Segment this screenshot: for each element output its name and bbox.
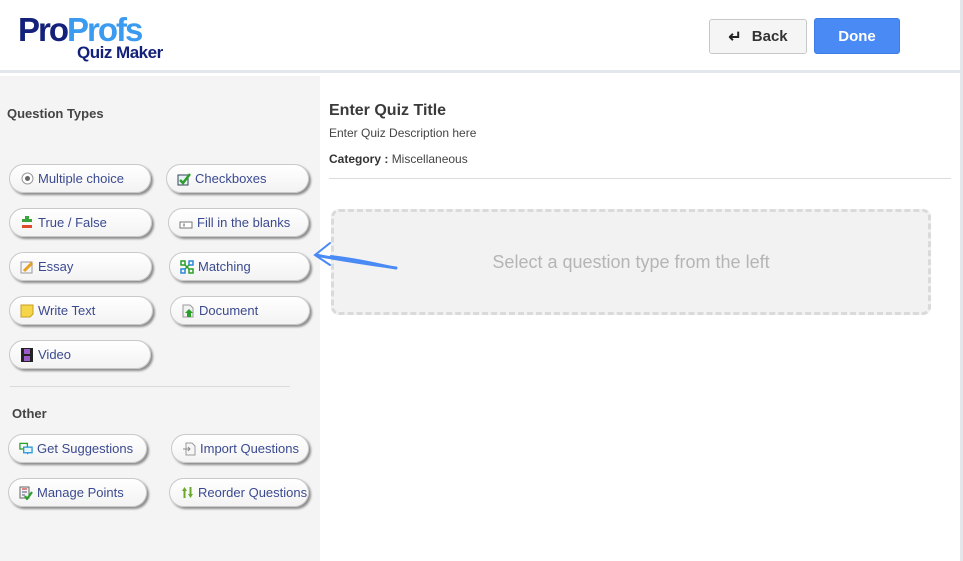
checkbox-icon (177, 172, 191, 186)
sidebar: Question Types Multiple choice Checkboxe… (0, 76, 320, 561)
done-button[interactable]: Done (814, 18, 900, 54)
manage-points-button[interactable]: Manage Points (8, 478, 147, 507)
qtype-fill-blanks-button[interactable]: Fill in the blanks (168, 208, 309, 237)
question-dropzone[interactable]: Select a question type from the left (331, 209, 931, 315)
dropzone-text: Select a question type from the left (492, 251, 770, 272)
other-label: Reorder Questions (198, 485, 308, 500)
text-field-icon (179, 216, 193, 230)
qtype-label: Multiple choice (38, 171, 124, 186)
qtype-matching-button[interactable]: Matching (169, 252, 310, 281)
sticky-note-icon (20, 304, 34, 318)
get-suggestions-button[interactable]: Get Suggestions (8, 434, 147, 463)
qtype-label: Document (199, 303, 259, 318)
other-label: Get Suggestions (37, 441, 134, 456)
qtype-essay-button[interactable]: Essay (9, 252, 152, 281)
import-questions-button[interactable]: Import Questions (171, 434, 309, 463)
qtype-label: Matching (198, 259, 251, 274)
question-types-heading: Question Types (7, 106, 104, 121)
radio-icon (20, 172, 34, 186)
quiz-description[interactable]: Enter Quiz Description here (329, 126, 476, 140)
qtype-label: Essay (38, 259, 74, 274)
plus-minus-icon (20, 215, 34, 230)
back-button-label: Back (751, 28, 788, 45)
other-heading: Other (12, 406, 47, 421)
qtype-label: Checkboxes (195, 171, 267, 186)
done-button-label: Done (838, 27, 876, 45)
reorder-arrows-icon (180, 486, 194, 500)
document-upload-icon (181, 304, 195, 318)
logo-text-pro: Pro (18, 11, 69, 48)
back-button[interactable]: ↵ Back (709, 19, 807, 54)
quiz-category[interactable]: Category : Miscellaneous (329, 152, 468, 166)
hint-arrow-icon (313, 242, 398, 270)
pencil-note-icon (20, 260, 34, 274)
main-panel: Enter Quiz Title Enter Quiz Description … (320, 76, 960, 561)
quiz-title[interactable]: Enter Quiz Title (329, 102, 446, 120)
other-label: Manage Points (37, 485, 124, 500)
qtype-write-text-button[interactable]: Write Text (9, 296, 153, 325)
qtype-label: Write Text (38, 303, 96, 318)
points-check-icon (19, 486, 33, 500)
film-icon (20, 347, 34, 362)
qtype-checkboxes-button[interactable]: Checkboxes (166, 164, 309, 193)
arrow-left-icon: ↵ (728, 28, 742, 46)
import-icon (182, 442, 196, 456)
qtype-label: Fill in the blanks (197, 215, 291, 230)
other-label: Import Questions (200, 441, 299, 456)
proprofs-logo[interactable]: ProProfs Quiz Maker (18, 11, 178, 63)
chat-bubbles-icon (19, 442, 33, 456)
quiz-editor-page: ProProfs Quiz Maker ↵ Back Done Question… (0, 0, 963, 561)
qtype-true-false-button[interactable]: True / False (9, 208, 152, 237)
qtype-multiple-choice-button[interactable]: Multiple choice (9, 164, 151, 193)
qtype-label: Video (38, 347, 72, 362)
category-value: Miscellaneous (391, 152, 468, 166)
matching-icon (180, 259, 194, 274)
reorder-questions-button[interactable]: Reorder Questions (169, 478, 309, 507)
logo-subtitle: Quiz Maker (77, 43, 163, 62)
main-divider (329, 178, 951, 179)
sidebar-divider (10, 386, 290, 387)
category-label: Category : (329, 152, 389, 166)
qtype-label: True / False (38, 215, 107, 230)
qtype-video-button[interactable]: Video (9, 340, 151, 369)
qtype-document-button[interactable]: Document (170, 296, 310, 325)
header: ProProfs Quiz Maker ↵ Back Done (0, 0, 963, 73)
